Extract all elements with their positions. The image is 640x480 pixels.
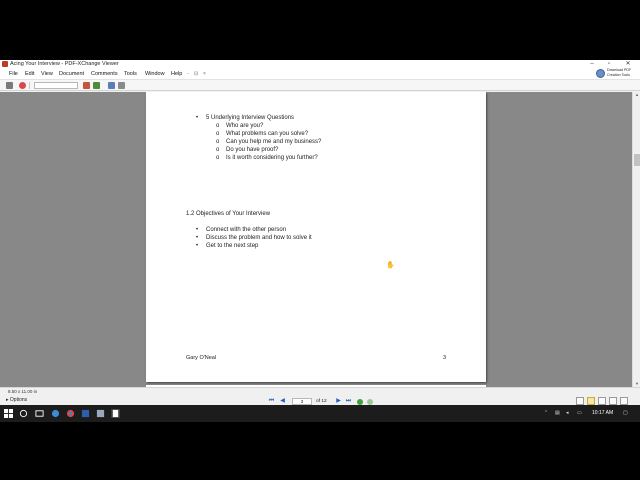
facing-view-icon[interactable]: [598, 397, 606, 405]
globe-icon: [596, 69, 605, 78]
menu-document[interactable]: Document: [59, 69, 84, 80]
page-size-label: 8.50 x 11.00 in: [8, 389, 38, 394]
objective-item: Discuss the problem and how to solve it: [206, 235, 312, 241]
status-bar: 8.50 x 11.00 in ▸ Options ⏮ ◀ 3 of 12 ▶ …: [0, 387, 640, 405]
section-heading-objectives: 1.2 Objectives of Your Interview: [186, 211, 271, 217]
edge-browser-icon[interactable]: [51, 409, 60, 418]
chrome-browser-icon[interactable]: [66, 409, 75, 418]
open-icon[interactable]: [6, 82, 13, 89]
objective-item: Connect with the other person: [206, 227, 287, 233]
app-screen: Acing Your Interview - PDF-XChange Viewe…: [0, 60, 640, 422]
sub-bullet-icon: o: [216, 147, 220, 153]
hand-cursor-icon: ✋: [386, 262, 395, 269]
snapshot-icon[interactable]: [93, 82, 100, 89]
hand-tool-icon[interactable]: [118, 82, 125, 89]
menu-view[interactable]: View: [41, 69, 53, 80]
section-heading-questions: 5 Underlying Interview Questions: [206, 115, 295, 121]
sub-bullet-icon: o: [216, 131, 220, 137]
vertical-scrollbar[interactable]: ▲ ▼: [632, 92, 640, 387]
search-icon[interactable]: [19, 409, 28, 418]
keyboard-icon[interactable]: ▭: [577, 410, 582, 417]
windows-taskbar: ⌃ ▤ ◂ ▭ 10:17 AM ▢: [0, 405, 640, 422]
word-app-icon[interactable]: [81, 409, 90, 418]
generic-app-icon[interactable]: [96, 409, 105, 418]
first-page-icon[interactable]: ⏮: [268, 398, 275, 405]
page-footer-number: 3: [443, 355, 447, 361]
bullet-icon: •: [196, 235, 199, 241]
question-item: Can you help me and my business?: [226, 139, 322, 145]
select-icon[interactable]: [108, 82, 115, 89]
continuous-facing-view-icon[interactable]: [609, 397, 617, 405]
menu-comments[interactable]: Comments: [91, 69, 118, 80]
menu-window[interactable]: Window: [145, 69, 165, 80]
toolbar-search-field[interactable]: [34, 82, 78, 89]
options-button[interactable]: ▸ Options: [6, 396, 27, 404]
network-icon[interactable]: ▤: [555, 410, 560, 417]
sub-bullet-icon: o: [216, 155, 220, 161]
single-page-view-icon[interactable]: [576, 397, 584, 405]
pdf-xchange-taskbar-icon[interactable]: [111, 409, 120, 418]
pdf-page: • 5 Underlying Interview Questions o Who…: [146, 92, 486, 382]
doc-restore-button[interactable]: ⊡: [194, 69, 198, 79]
document-viewport[interactable]: • 5 Underlying Interview Questions o Who…: [0, 92, 632, 387]
window-title: Acing Your Interview - PDF-XChange Viewe…: [10, 61, 119, 67]
split-view-icon[interactable]: [620, 397, 628, 405]
promo-label: Download PDF Creation Tools: [607, 68, 632, 77]
windows-start-icon[interactable]: [4, 409, 13, 418]
question-item: Who are you?: [226, 123, 264, 129]
question-item: What problems can you solve?: [226, 131, 309, 137]
doc-close-button[interactable]: ×: [203, 69, 206, 79]
bullet-icon: •: [196, 227, 199, 233]
menu-help[interactable]: Help: [171, 69, 182, 80]
comment-icon[interactable]: [19, 82, 26, 89]
question-item: Do you have proof?: [226, 147, 279, 153]
notifications-icon[interactable]: ▢: [623, 410, 628, 417]
sub-bullet-icon: o: [216, 139, 220, 145]
menu-tools[interactable]: Tools: [124, 69, 137, 80]
page-count-label: of 12: [316, 399, 327, 404]
next-page-icon[interactable]: ▶: [335, 398, 342, 405]
doc-minimize-button[interactable]: -: [187, 69, 189, 79]
toolbar: [0, 80, 640, 91]
download-creation-tools-button[interactable]: Download PDF Creation Tools: [596, 67, 638, 81]
page-number-input[interactable]: 3: [292, 398, 312, 405]
sub-bullet-icon: o: [216, 123, 220, 129]
objective-item: Get to the next step: [206, 243, 259, 249]
zoom-icon[interactable]: [83, 82, 90, 89]
task-view-icon[interactable]: [35, 409, 44, 418]
options-label: Options: [9, 397, 28, 403]
menu-file[interactable]: File: [9, 69, 18, 80]
previous-page-icon[interactable]: ◀: [279, 398, 286, 405]
volume-icon[interactable]: ◂: [566, 410, 569, 417]
scrollbar-thumb[interactable]: [634, 154, 640, 166]
menu-edit[interactable]: Edit: [25, 69, 34, 80]
tray-chevron-icon[interactable]: ⌃: [544, 410, 548, 417]
bullet-icon: •: [196, 243, 199, 249]
page-footer-author: Gary O'Neal: [186, 355, 217, 361]
title-bar: Acing Your Interview - PDF-XChange Viewe…: [0, 60, 640, 69]
menu-bar: File Edit View Document Comments Tools W…: [0, 69, 640, 80]
taskbar-clock[interactable]: 10:17 AM: [592, 405, 613, 422]
bullet-icon: •: [196, 115, 199, 121]
scroll-up-icon[interactable]: ▲: [633, 92, 640, 98]
continuous-view-icon[interactable]: [587, 397, 595, 405]
question-item: Is it worth considering you further?: [226, 155, 318, 161]
last-page-icon[interactable]: ⏭: [345, 398, 352, 405]
toolbar-separator: [29, 82, 30, 89]
pdf-xchange-app-icon: [2, 61, 8, 67]
